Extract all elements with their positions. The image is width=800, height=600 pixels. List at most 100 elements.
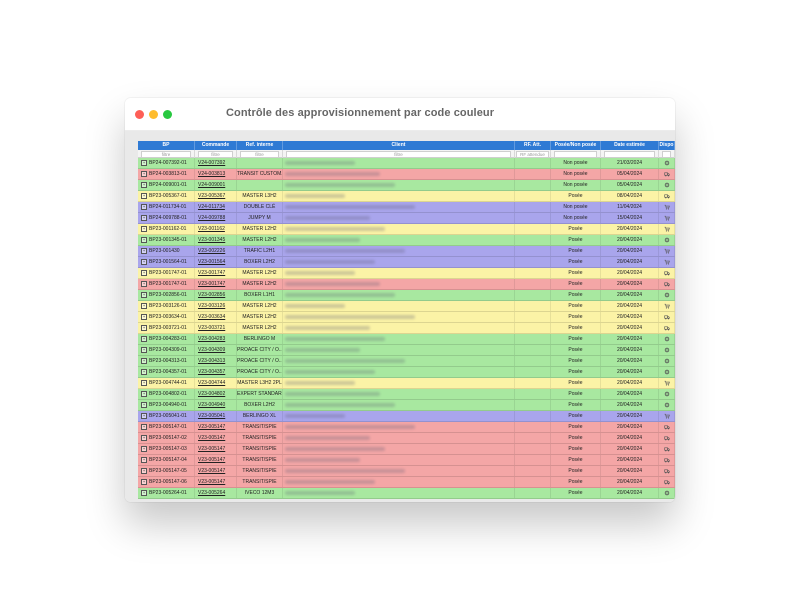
expand-row-icon[interactable]: + xyxy=(141,269,147,276)
gear-icon[interactable] xyxy=(664,160,670,166)
filter-bp-input[interactable]: filtre xyxy=(141,151,191,158)
column-header-rf-att[interactable]: RF. Att. xyxy=(515,141,551,150)
expand-row-icon[interactable]: + xyxy=(141,489,147,496)
truck-icon[interactable] xyxy=(663,424,670,430)
filter-posee-select[interactable] xyxy=(554,151,597,158)
commande-link[interactable]: V23-001345 xyxy=(195,235,237,245)
cart-icon[interactable] xyxy=(664,380,670,386)
column-header-client[interactable]: Client xyxy=(283,141,515,150)
table-row[interactable]: + BP23-004744-01 V23-004744 MASTER L3H2 2PL… xyxy=(138,378,675,389)
commande-link[interactable]: V24-003813 xyxy=(195,169,237,179)
table-row[interactable]: + BP23-005041-01 V23-005041 BERLINGO XL Posé… xyxy=(138,411,675,422)
commande-link[interactable]: V23-001747 xyxy=(195,279,237,289)
expand-row-icon[interactable]: + xyxy=(141,412,147,419)
expand-row-icon[interactable]: + xyxy=(141,214,147,221)
column-header-posee[interactable]: Posée/Non posée xyxy=(551,141,601,150)
table-row[interactable]: + BP23-005147-05 V23-005147 TRANSIT/SPIE Pos… xyxy=(138,466,675,477)
cart-icon[interactable] xyxy=(664,259,670,265)
gear-icon[interactable] xyxy=(664,391,670,397)
gear-icon[interactable] xyxy=(664,347,670,353)
truck-icon[interactable] xyxy=(663,325,670,331)
commande-link[interactable]: V23-004309 xyxy=(195,345,237,355)
commande-link[interactable]: V23-002226 xyxy=(195,246,237,256)
expand-row-icon[interactable]: + xyxy=(141,280,147,287)
expand-row-icon[interactable]: + xyxy=(141,324,147,331)
commande-link[interactable]: V23-004940 xyxy=(195,400,237,410)
commande-link[interactable]: V23-005147 xyxy=(195,444,237,454)
table-row[interactable]: + BP23-004940-01 V23-004940 BOXER L2H2 Posée… xyxy=(138,400,675,411)
commande-link[interactable]: V23-001162 xyxy=(195,224,237,234)
truck-icon[interactable] xyxy=(663,468,670,474)
commande-link[interactable]: V23-005147 xyxy=(195,477,237,487)
expand-row-icon[interactable]: + xyxy=(141,467,147,474)
truck-icon[interactable] xyxy=(663,171,670,177)
table-row[interactable]: + BP23-003126-01 V23-003126 MASTER L2H2 Posé… xyxy=(138,301,675,312)
commande-link[interactable]: V23-003634 xyxy=(195,312,237,322)
table-row[interactable]: + BP23-005147-02 V23-005147 TRANSIT/SPIE Pos… xyxy=(138,433,675,444)
expand-row-icon[interactable]: + xyxy=(141,368,147,375)
table-row[interactable]: + BP23-004357-01 V23-004357 PROACE CITY / O… xyxy=(138,367,675,378)
table-row[interactable]: + BP23-004802-01 V23-004802 EXPERT STANDARD… xyxy=(138,389,675,400)
commande-link[interactable]: V23-004802 xyxy=(195,389,237,399)
expand-row-icon[interactable]: + xyxy=(141,225,147,232)
expand-row-icon[interactable]: + xyxy=(141,170,147,177)
expand-row-icon[interactable]: + xyxy=(141,181,147,188)
gear-icon[interactable] xyxy=(664,336,670,342)
expand-row-icon[interactable]: + xyxy=(141,423,147,430)
gear-icon[interactable] xyxy=(664,402,670,408)
table-row[interactable]: + BP23-002856-01 V23-002856 BOXER L1H1 Posée… xyxy=(138,290,675,301)
table-row[interactable]: + BP23-001345-01 V23-001345 MASTER L2H2 Posé… xyxy=(138,235,675,246)
expand-row-icon[interactable]: + xyxy=(141,335,147,342)
filter-client-input[interactable]: filtre xyxy=(286,151,511,158)
commande-link[interactable]: V23-005264 xyxy=(195,488,237,498)
filter-commande-input[interactable]: filtre xyxy=(198,151,233,158)
expand-row-icon[interactable]: + xyxy=(141,192,147,199)
truck-icon[interactable] xyxy=(663,457,670,463)
expand-row-icon[interactable]: + xyxy=(141,478,147,485)
truck-icon[interactable] xyxy=(663,281,670,287)
truck-icon[interactable] xyxy=(663,479,670,485)
minimize-window-button[interactable] xyxy=(149,110,158,119)
table-row[interactable]: + BP23-005147-06 V23-005147 TRANSIT/SPIE Pos… xyxy=(138,477,675,488)
commande-link[interactable]: V23-005147 xyxy=(195,433,237,443)
commande-link[interactable]: V23-003721 xyxy=(195,323,237,333)
expand-row-icon[interactable]: + xyxy=(141,247,147,254)
gear-icon[interactable] xyxy=(664,490,670,496)
table-row[interactable]: + BP23-004283-01 V23-004283 BERLINGO M Posée… xyxy=(138,334,675,345)
table-row[interactable]: + BP24-009001-01 V24-009001 Non posée 05/04/… xyxy=(138,180,675,191)
commande-link[interactable]: V23-002856 xyxy=(195,290,237,300)
expand-row-icon[interactable]: + xyxy=(141,456,147,463)
table-row[interactable]: + BP23-001430 V23-002226 TRAFIC L2H1 Posée 20… xyxy=(138,246,675,257)
expand-row-icon[interactable]: + xyxy=(141,159,147,166)
commande-link[interactable]: V23-005367 xyxy=(195,191,237,201)
commande-link[interactable]: V23-005147 xyxy=(195,466,237,476)
commande-link[interactable]: V23-004357 xyxy=(195,367,237,377)
expand-row-icon[interactable]: + xyxy=(141,401,147,408)
commande-link[interactable]: V23-004283 xyxy=(195,334,237,344)
filter-rf-att-input[interactable]: RF attendue xyxy=(516,151,549,158)
expand-row-icon[interactable]: + xyxy=(141,291,147,298)
commande-link[interactable]: V23-001564 xyxy=(195,257,237,267)
cart-icon[interactable] xyxy=(664,226,670,232)
expand-row-icon[interactable]: + xyxy=(141,434,147,441)
table-row[interactable]: + BP23-005147-04 V23-005147 TRANSIT/SPIE Pos… xyxy=(138,455,675,466)
gear-icon[interactable] xyxy=(664,237,670,243)
expand-row-icon[interactable]: + xyxy=(141,203,147,210)
table-row[interactable]: + BP24-011734-01 V24-011734 DOUBLE CLÉ Non p… xyxy=(138,202,675,213)
expand-row-icon[interactable]: + xyxy=(141,313,147,320)
commande-link[interactable]: V24-009788 xyxy=(195,213,237,223)
expand-row-icon[interactable]: + xyxy=(141,236,147,243)
gear-icon[interactable] xyxy=(664,369,670,375)
truck-icon[interactable] xyxy=(663,270,670,276)
table-row[interactable]: + BP23-004313-01 V23-004313 PROACE CITY / O… xyxy=(138,356,675,367)
expand-row-icon[interactable]: + xyxy=(141,346,147,353)
truck-icon[interactable] xyxy=(663,193,670,199)
table-row[interactable]: + BP23-005147-01 V23-005147 TRANSIT/SPIE Pos… xyxy=(138,422,675,433)
table-row[interactable]: + BP24-003813-01 V24-003813 TRANSIT CUSTOM.… xyxy=(138,169,675,180)
table-row[interactable]: + BP23-001747-01 V23-001747 MASTER L2H2 Posé… xyxy=(138,268,675,279)
filter-ref-interne-input[interactable]: filtre xyxy=(240,151,279,158)
cart-icon[interactable] xyxy=(664,303,670,309)
close-window-button[interactable] xyxy=(135,110,144,119)
expand-row-icon[interactable]: + xyxy=(141,302,147,309)
table-row[interactable]: + BP24-007392-01 V24-007392 Non posée 21/03/… xyxy=(138,158,675,169)
